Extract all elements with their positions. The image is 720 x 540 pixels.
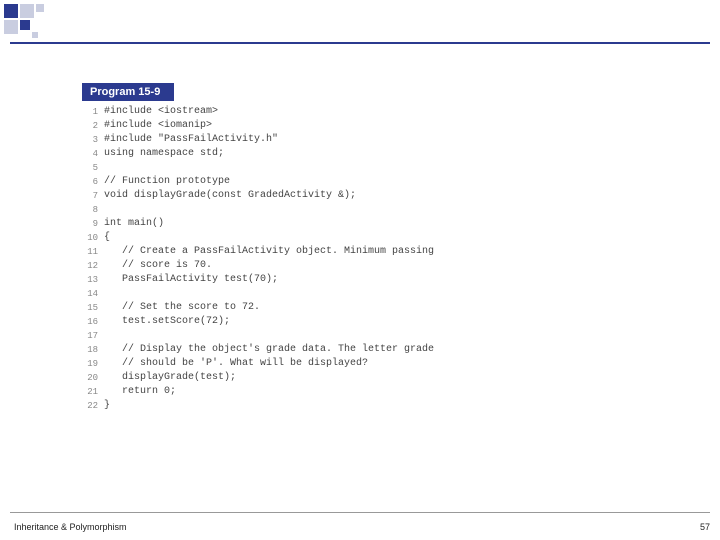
line-number: 2 <box>82 119 98 133</box>
code-line: #include <iostream> <box>104 105 552 119</box>
code-line: // Display the object's grade data. The … <box>104 343 552 357</box>
footer: Inheritance & Polymorphism 57 <box>0 512 720 534</box>
line-number: 18 <box>82 343 98 357</box>
line-number: 12 <box>82 259 98 273</box>
top-divider <box>10 42 710 44</box>
page-number: 57 <box>700 522 710 532</box>
line-number: 8 <box>82 203 98 217</box>
code-line: // Create a PassFailActivity object. Min… <box>104 245 552 259</box>
line-number: 15 <box>82 301 98 315</box>
code-line: // Function prototype <box>104 175 552 189</box>
line-number: 3 <box>82 133 98 147</box>
line-number: 4 <box>82 147 98 161</box>
code-line: // should be 'P'. What will be displayed… <box>104 357 552 371</box>
line-number: 22 <box>82 399 98 413</box>
line-number: 16 <box>82 315 98 329</box>
code-line: void displayGrade(const GradedActivity &… <box>104 189 552 203</box>
code-line: using namespace std; <box>104 147 552 161</box>
line-number: 11 <box>82 245 98 259</box>
code-lines: #include <iostream>#include <iomanip>#in… <box>104 105 552 413</box>
code-line: // Set the score to 72. <box>104 301 552 315</box>
line-number: 17 <box>82 329 98 343</box>
line-number: 5 <box>82 161 98 175</box>
line-number: 6 <box>82 175 98 189</box>
code-area: 12345678910111213141516171819202122 #inc… <box>82 105 552 413</box>
line-number: 20 <box>82 371 98 385</box>
line-number: 9 <box>82 217 98 231</box>
code-line: test.setScore(72); <box>104 315 552 329</box>
code-line <box>104 329 552 343</box>
code-line: return 0; <box>104 385 552 399</box>
code-line <box>104 161 552 175</box>
code-line: PassFailActivity test(70); <box>104 273 552 287</box>
line-number: 21 <box>82 385 98 399</box>
line-number: 14 <box>82 287 98 301</box>
line-numbers: 12345678910111213141516171819202122 <box>82 105 104 413</box>
code-line: #include "PassFailActivity.h" <box>104 133 552 147</box>
code-line: #include <iomanip> <box>104 119 552 133</box>
code-line <box>104 287 552 301</box>
program-title: Program 15-9 <box>82 83 174 101</box>
code-line: } <box>104 399 552 413</box>
line-number: 19 <box>82 357 98 371</box>
code-line: int main() <box>104 217 552 231</box>
code-line: // score is 70. <box>104 259 552 273</box>
footer-text: Inheritance & Polymorphism <box>14 522 127 532</box>
line-number: 13 <box>82 273 98 287</box>
line-number: 10 <box>82 231 98 245</box>
code-line: { <box>104 231 552 245</box>
code-line <box>104 203 552 217</box>
line-number: 7 <box>82 189 98 203</box>
corner-decoration <box>4 4 52 40</box>
line-number: 1 <box>82 105 98 119</box>
code-line: displayGrade(test); <box>104 371 552 385</box>
program-listing: Program 15-9 123456789101112131415161718… <box>82 82 552 413</box>
footer-divider <box>10 512 710 513</box>
